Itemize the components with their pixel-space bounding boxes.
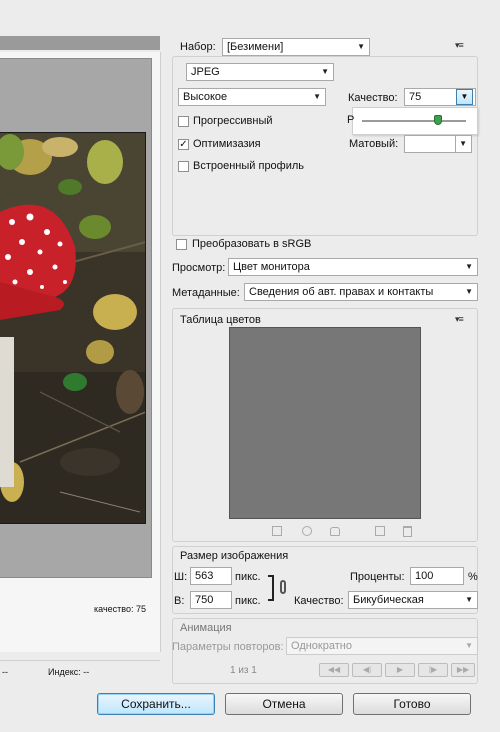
status-index-text: Индекс: -- <box>48 667 90 677</box>
map-transparent-icon[interactable] <box>272 526 282 536</box>
animation-title: Анимация <box>180 622 232 634</box>
link-chain-icon[interactable] <box>280 580 286 594</box>
prev-frame-button[interactable]: ◀| <box>352 663 382 677</box>
color-table-toolbar <box>272 526 422 538</box>
preview-top-bar <box>0 36 160 50</box>
preset-dropdown[interactable]: [Безимени] ▼ <box>222 38 370 56</box>
optimized-label: Оптимизазия <box>193 138 261 150</box>
constrain-bracket <box>268 575 274 601</box>
quality-slider-thumb[interactable] <box>434 115 442 125</box>
preset-label: Набор: <box>180 41 216 53</box>
panel-menu-icon[interactable]: ▾≡ <box>455 40 464 51</box>
embed-profile-checkbox[interactable] <box>178 161 189 172</box>
lock-color-icon[interactable] <box>330 527 340 536</box>
loop-label: Параметры повторов: <box>172 641 284 653</box>
preview-mode-dropdown[interactable]: Цвет монитора ▼ <box>228 258 478 276</box>
progressive-checkbox[interactable] <box>178 116 189 127</box>
frame-counter: 1 из 1 <box>230 665 257 676</box>
preview-mode-label: Просмотр: <box>172 262 226 274</box>
status-left-text: -- <box>2 667 8 677</box>
preview-area: качество: 75 <box>0 52 161 652</box>
image-size-title: Размер изображения <box>180 550 289 562</box>
chevron-down-icon: ▼ <box>465 595 473 604</box>
height-value: 750 <box>195 594 214 606</box>
last-frame-button[interactable]: ▶▶ <box>451 663 475 677</box>
quality-slider-track[interactable] <box>362 120 466 122</box>
chevron-down-icon: ▼ <box>357 42 365 51</box>
width-input[interactable]: 563 <box>190 567 232 585</box>
convert-srgb-checkbox[interactable] <box>176 239 187 250</box>
chevron-down-icon: ▼ <box>465 641 473 650</box>
preview-image-border <box>0 132 146 524</box>
play-button[interactable]: ▶ <box>385 663 415 677</box>
resample-quality-label: Качество: <box>294 595 344 607</box>
width-unit: пикс. <box>235 571 261 583</box>
height-unit: пикс. <box>235 595 261 607</box>
quality-dropdown-button[interactable]: ▼ <box>456 89 473 105</box>
chevron-down-icon: ▼ <box>313 92 321 101</box>
metadata-label: Метаданные: <box>172 287 240 299</box>
cancel-button[interactable]: Отмена <box>225 693 343 715</box>
first-frame-button[interactable]: ◀◀ <box>319 663 349 677</box>
chevron-down-icon: ▼ <box>455 136 467 152</box>
progressive-label: Прогрессивный <box>193 115 273 127</box>
chevron-down-icon: ▼ <box>465 287 473 296</box>
height-input[interactable]: 750 <box>190 591 232 609</box>
matte-dropdown[interactable]: ▼ <box>404 135 472 153</box>
metadata-dropdown[interactable]: Сведения об авт. правах и контакты ▼ <box>244 283 478 301</box>
width-label: Ш: <box>174 571 188 583</box>
embed-profile-label: Встроенный профиль <box>193 160 305 172</box>
save-button[interactable]: Сохранить... <box>97 693 215 715</box>
color-table-title: Таблица цветов <box>180 314 261 326</box>
percent-input[interactable]: 100 <box>410 567 464 585</box>
matte-label: Матовый: <box>349 138 399 150</box>
loop-dropdown[interactable]: Однократно ▼ <box>286 637 478 655</box>
quality-value: 75 <box>409 91 422 103</box>
width-value: 563 <box>195 570 214 582</box>
quality-preset-dropdown[interactable]: Высокое ▼ <box>178 88 326 106</box>
convert-srgb-label: Преобразовать в sRGB <box>192 238 312 250</box>
color-table-menu-icon[interactable]: ▾≡ <box>455 314 464 325</box>
preview-mode-value: Цвет монитора <box>233 261 310 273</box>
preview-status-bar: -- Индекс: -- <box>0 660 160 683</box>
format-dropdown[interactable]: JPEG ▼ <box>186 63 334 81</box>
chevron-down-icon: ▼ <box>465 262 473 271</box>
new-color-icon[interactable] <box>375 526 385 536</box>
trash-icon[interactable] <box>403 526 412 537</box>
height-label: В: <box>174 595 185 607</box>
optimized-checkbox[interactable]: ✓ <box>178 139 189 150</box>
quality-label: Качество: <box>348 92 398 104</box>
color-table-swatches <box>229 327 421 519</box>
quality-slider-letter: Р <box>347 114 355 126</box>
loop-value: Однократно <box>291 640 352 652</box>
web-shift-icon[interactable] <box>302 526 312 536</box>
percent-label: Проценты: <box>350 571 405 583</box>
percent-sign: % <box>468 571 478 583</box>
percent-value: 100 <box>415 570 434 582</box>
quality-preset-value: Высокое <box>183 91 228 103</box>
preset-value: [Безимени] <box>227 41 284 53</box>
resample-quality-dropdown[interactable]: Бикубическая ▼ <box>348 591 478 609</box>
metadata-value: Сведения об авт. правах и контакты <box>249 286 434 298</box>
format-value: JPEG <box>191 66 220 78</box>
next-frame-button[interactable]: |▶ <box>418 663 448 677</box>
resample-quality-value: Бикубическая <box>353 594 424 606</box>
preview-quality-text: качество: 75 <box>94 604 146 614</box>
done-button[interactable]: Готово <box>353 693 471 715</box>
chevron-down-icon: ▼ <box>321 67 329 76</box>
